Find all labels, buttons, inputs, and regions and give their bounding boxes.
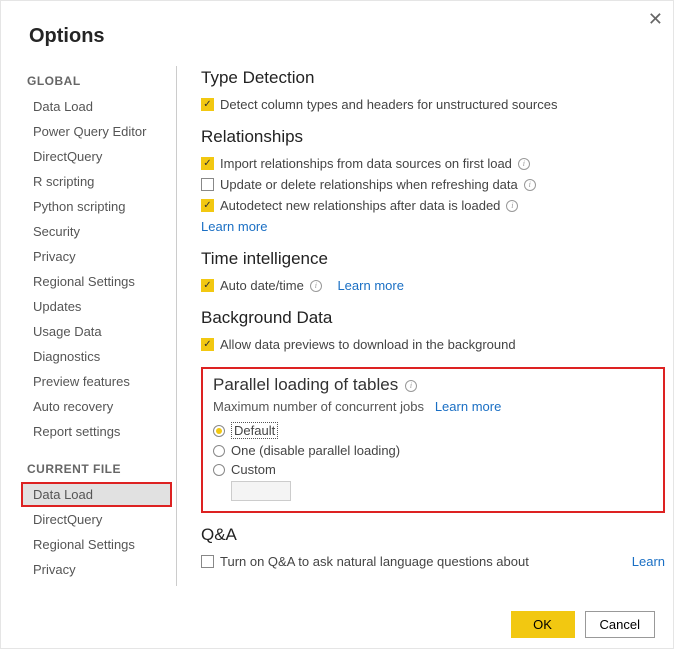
label-radio-default: Default [231,422,278,439]
info-icon[interactable] [518,158,530,170]
sidebar-item-preview-features[interactable]: Preview features [21,369,172,394]
input-custom-jobs[interactable] [231,481,291,501]
info-icon[interactable] [405,380,417,392]
heading-parallel: Parallel loading of tables [213,375,398,394]
content-panel[interactable]: Type Detection Detect column types and h… [187,66,674,586]
heading-time-intel: Time intelligence [201,249,665,269]
section-background-data: Background Data Allow data previews to d… [201,308,665,355]
ok-button[interactable]: OK [511,611,575,638]
sidebar-item-privacy[interactable]: Privacy [21,244,172,269]
sidebar-item-python-scripting[interactable]: Python scripting [21,194,172,219]
label-detect-types: Detect column types and headers for unst… [220,97,557,112]
sidebar-item-cf-directquery[interactable]: DirectQuery [21,507,172,532]
checkbox-detect-types[interactable] [201,98,214,111]
sidebar-item-cf-data-load[interactable]: Data Load [21,482,172,507]
dialog-footer: OK Cancel [511,611,655,638]
link-time-learn-more[interactable]: Learn more [337,278,403,293]
label-bg-previews: Allow data previews to download in the b… [220,337,516,352]
radio-custom[interactable] [213,464,225,476]
sidebar-item-directquery[interactable]: DirectQuery [21,144,172,169]
heading-qna: Q&A [201,525,665,545]
close-icon[interactable]: ✕ [648,9,663,30]
checkbox-bg-previews[interactable] [201,338,214,351]
group-header-current-file: CURRENT FILE [21,454,172,482]
section-parallel-loading: Parallel loading of tables Maximum numbe… [201,367,665,513]
checkbox-qna[interactable] [201,555,214,568]
checkbox-update-rel[interactable] [201,178,214,191]
info-icon[interactable] [310,280,322,292]
label-auto-date: Auto date/time [220,278,304,293]
sidebar-item-cf-privacy[interactable]: Privacy [21,557,172,582]
info-icon[interactable] [506,200,518,212]
sidebar-item-diagnostics[interactable]: Diagnostics [21,344,172,369]
sidebar-item-data-load[interactable]: Data Load [21,94,172,119]
sidebar[interactable]: GLOBAL Data Load Power Query Editor Dire… [21,66,176,586]
cancel-button[interactable]: Cancel [585,611,655,638]
sidebar-item-r-scripting[interactable]: R scripting [21,169,172,194]
section-qna: Q&A Turn on Q&A to ask natural language … [201,525,665,572]
sidebar-item-cf-regional[interactable]: Regional Settings [21,532,172,557]
dialog-title: Options [1,1,674,66]
sidebar-item-updates[interactable]: Updates [21,294,172,319]
radio-one[interactable] [213,445,225,457]
link-parallel-learn-more[interactable]: Learn more [435,399,501,414]
section-type-detection: Type Detection Detect column types and h… [201,68,665,115]
label-radio-custom: Custom [231,462,276,477]
label-update-rel: Update or delete relationships when refr… [220,177,518,192]
sidebar-item-usage-data[interactable]: Usage Data [21,319,172,344]
label-qna: Turn on Q&A to ask natural language ques… [220,554,529,569]
sidebar-item-regional[interactable]: Regional Settings [21,269,172,294]
sidebar-item-auto-recovery[interactable]: Auto recovery [21,394,172,419]
heading-relationships: Relationships [201,127,665,147]
checkbox-import-rel[interactable] [201,157,214,170]
checkbox-autodetect-rel[interactable] [201,199,214,212]
section-relationships: Relationships Import relationships from … [201,127,665,237]
link-qna-learn[interactable]: Learn [632,554,665,569]
heading-background-data: Background Data [201,308,665,328]
checkbox-auto-date[interactable] [201,279,214,292]
sidebar-item-report-settings[interactable]: Report settings [21,419,172,444]
link-rel-learn-more[interactable]: Learn more [201,219,267,234]
label-import-rel: Import relationships from data sources o… [220,156,512,171]
label-radio-one: One (disable parallel loading) [231,443,400,458]
heading-type-detection: Type Detection [201,68,665,88]
label-autodetect-rel: Autodetect new relationships after data … [220,198,500,213]
radio-default[interactable] [213,425,225,437]
sidebar-item-power-query[interactable]: Power Query Editor [21,119,172,144]
info-icon[interactable] [524,179,536,191]
options-dialog: ✕ Options GLOBAL Data Load Power Query E… [1,1,674,650]
group-header-global: GLOBAL [21,66,172,94]
section-time-intelligence: Time intelligence Auto date/time Learn m… [201,249,665,296]
sidebar-item-security[interactable]: Security [21,219,172,244]
label-max-jobs: Maximum number of concurrent jobs [213,399,424,414]
